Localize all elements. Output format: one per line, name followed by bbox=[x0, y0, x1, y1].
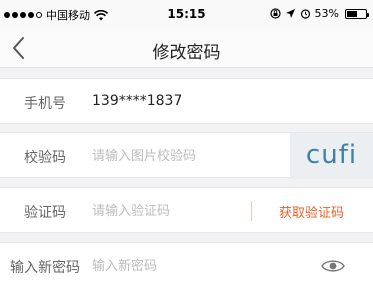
screen-lock-icon bbox=[269, 8, 281, 19]
sms-code-row: 验证码 获取验证码 bbox=[0, 187, 373, 233]
alarm-icon bbox=[300, 9, 310, 19]
get-code-button[interactable]: 获取验证码 bbox=[279, 202, 344, 221]
eye-icon[interactable] bbox=[320, 255, 346, 277]
battery-percent: 53% bbox=[314, 7, 339, 20]
battery-fill bbox=[347, 10, 357, 17]
sms-code-input[interactable] bbox=[92, 198, 252, 224]
captcha-image-text: cufi bbox=[305, 140, 358, 170]
captcha-image[interactable]: cufi bbox=[290, 133, 373, 179]
location-icon bbox=[285, 9, 295, 18]
page-title: 修改密码 bbox=[152, 43, 221, 63]
divider bbox=[251, 201, 252, 221]
phone-label: 手机号 bbox=[24, 96, 66, 112]
battery-icon bbox=[345, 8, 369, 19]
sms-code-label: 验证码 bbox=[24, 205, 66, 221]
phone-row: 手机号 139****1837 bbox=[0, 78, 373, 124]
status-bar: 中国移动 15:15 53% bbox=[0, 0, 373, 28]
new-password-input[interactable] bbox=[92, 253, 252, 279]
captcha-input[interactable] bbox=[92, 143, 252, 169]
navigation-bar: 修改密码 bbox=[0, 28, 373, 68]
captcha-row: 校验码 cufi bbox=[0, 132, 373, 179]
new-password-label: 输入新密码 bbox=[10, 260, 80, 276]
status-right: 53% bbox=[269, 7, 369, 20]
new-password-row: 输入新密码 bbox=[0, 242, 373, 285]
phone-value: 139****1837 bbox=[92, 93, 183, 109]
captcha-label: 校验码 bbox=[24, 150, 66, 166]
